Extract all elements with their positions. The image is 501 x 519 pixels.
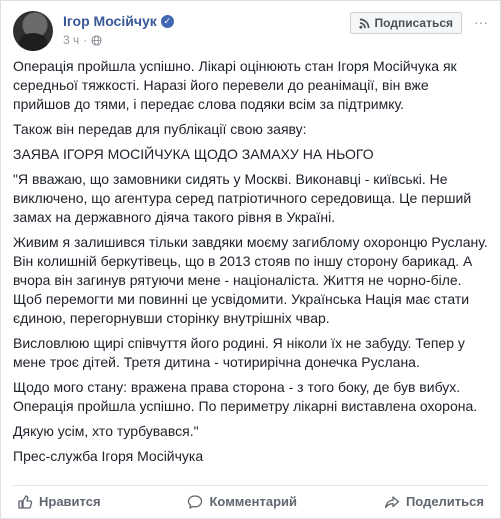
like-label: Нравится: [39, 494, 101, 509]
post-paragraph: "Я вважаю, що замовники сидять у Москві.…: [13, 171, 472, 225]
post-paragraph: Також він передав для публікації свою за…: [13, 121, 307, 137]
verified-icon: ✓: [160, 14, 174, 28]
rss-icon: [358, 18, 369, 29]
post-meta: 3 ч ·: [63, 33, 102, 47]
post-paragraph: ЗАЯВА ІГОРЯ МОСІЙЧУКА ЩОДО ЗАМАХУ НА НЬО…: [13, 146, 374, 162]
post-body: Операція пройшла успішно. Лікарі оцінюют…: [13, 57, 488, 472]
comment-button[interactable]: Комментарий: [187, 494, 297, 510]
post-paragraph: Щодо мого стану: вражена права сторона -…: [13, 379, 478, 414]
facebook-post: Ігор Мосійчук ✓ 3 ч · Подписаться ··· Оп…: [0, 0, 501, 519]
share-icon: [384, 495, 400, 508]
avatar[interactable]: [13, 11, 53, 51]
more-options-icon[interactable]: ···: [474, 14, 488, 30]
post-header: Ігор Мосійчук ✓ 3 ч · Подписаться ···: [13, 11, 488, 51]
thumbs-up-icon: [18, 494, 33, 509]
share-button[interactable]: Поделиться: [384, 494, 484, 510]
post-paragraph: Дякую усім, хто турбувався.": [13, 423, 199, 439]
post-paragraph: Операція пройшла успішно. Лікарі оцінюют…: [13, 58, 457, 112]
post-paragraph: Висловлюю щирі співчуття його родині. Я …: [13, 335, 465, 370]
author-name[interactable]: Ігор Мосійчук: [63, 13, 157, 29]
globe-icon: [91, 34, 102, 46]
post-time[interactable]: 3 ч: [63, 33, 79, 47]
post-paragraph: Прес-служба Ігоря Мосійчука: [13, 448, 204, 464]
comment-label: Комментарий: [209, 494, 298, 509]
post-paragraph: Живим я залишився тільки завдяки моєму з…: [13, 234, 488, 326]
comment-icon: [188, 494, 203, 509]
subscribe-button[interactable]: Подписаться: [349, 12, 462, 34]
like-button[interactable]: Нравится: [17, 494, 101, 510]
post-actions-bar: Нравится Комментарий Поделиться: [13, 485, 488, 517]
author-name-link[interactable]: Ігор Мосійчук ✓: [63, 13, 174, 29]
share-label: Поделиться: [405, 494, 484, 509]
subscribe-label: Подписаться: [374, 16, 453, 30]
